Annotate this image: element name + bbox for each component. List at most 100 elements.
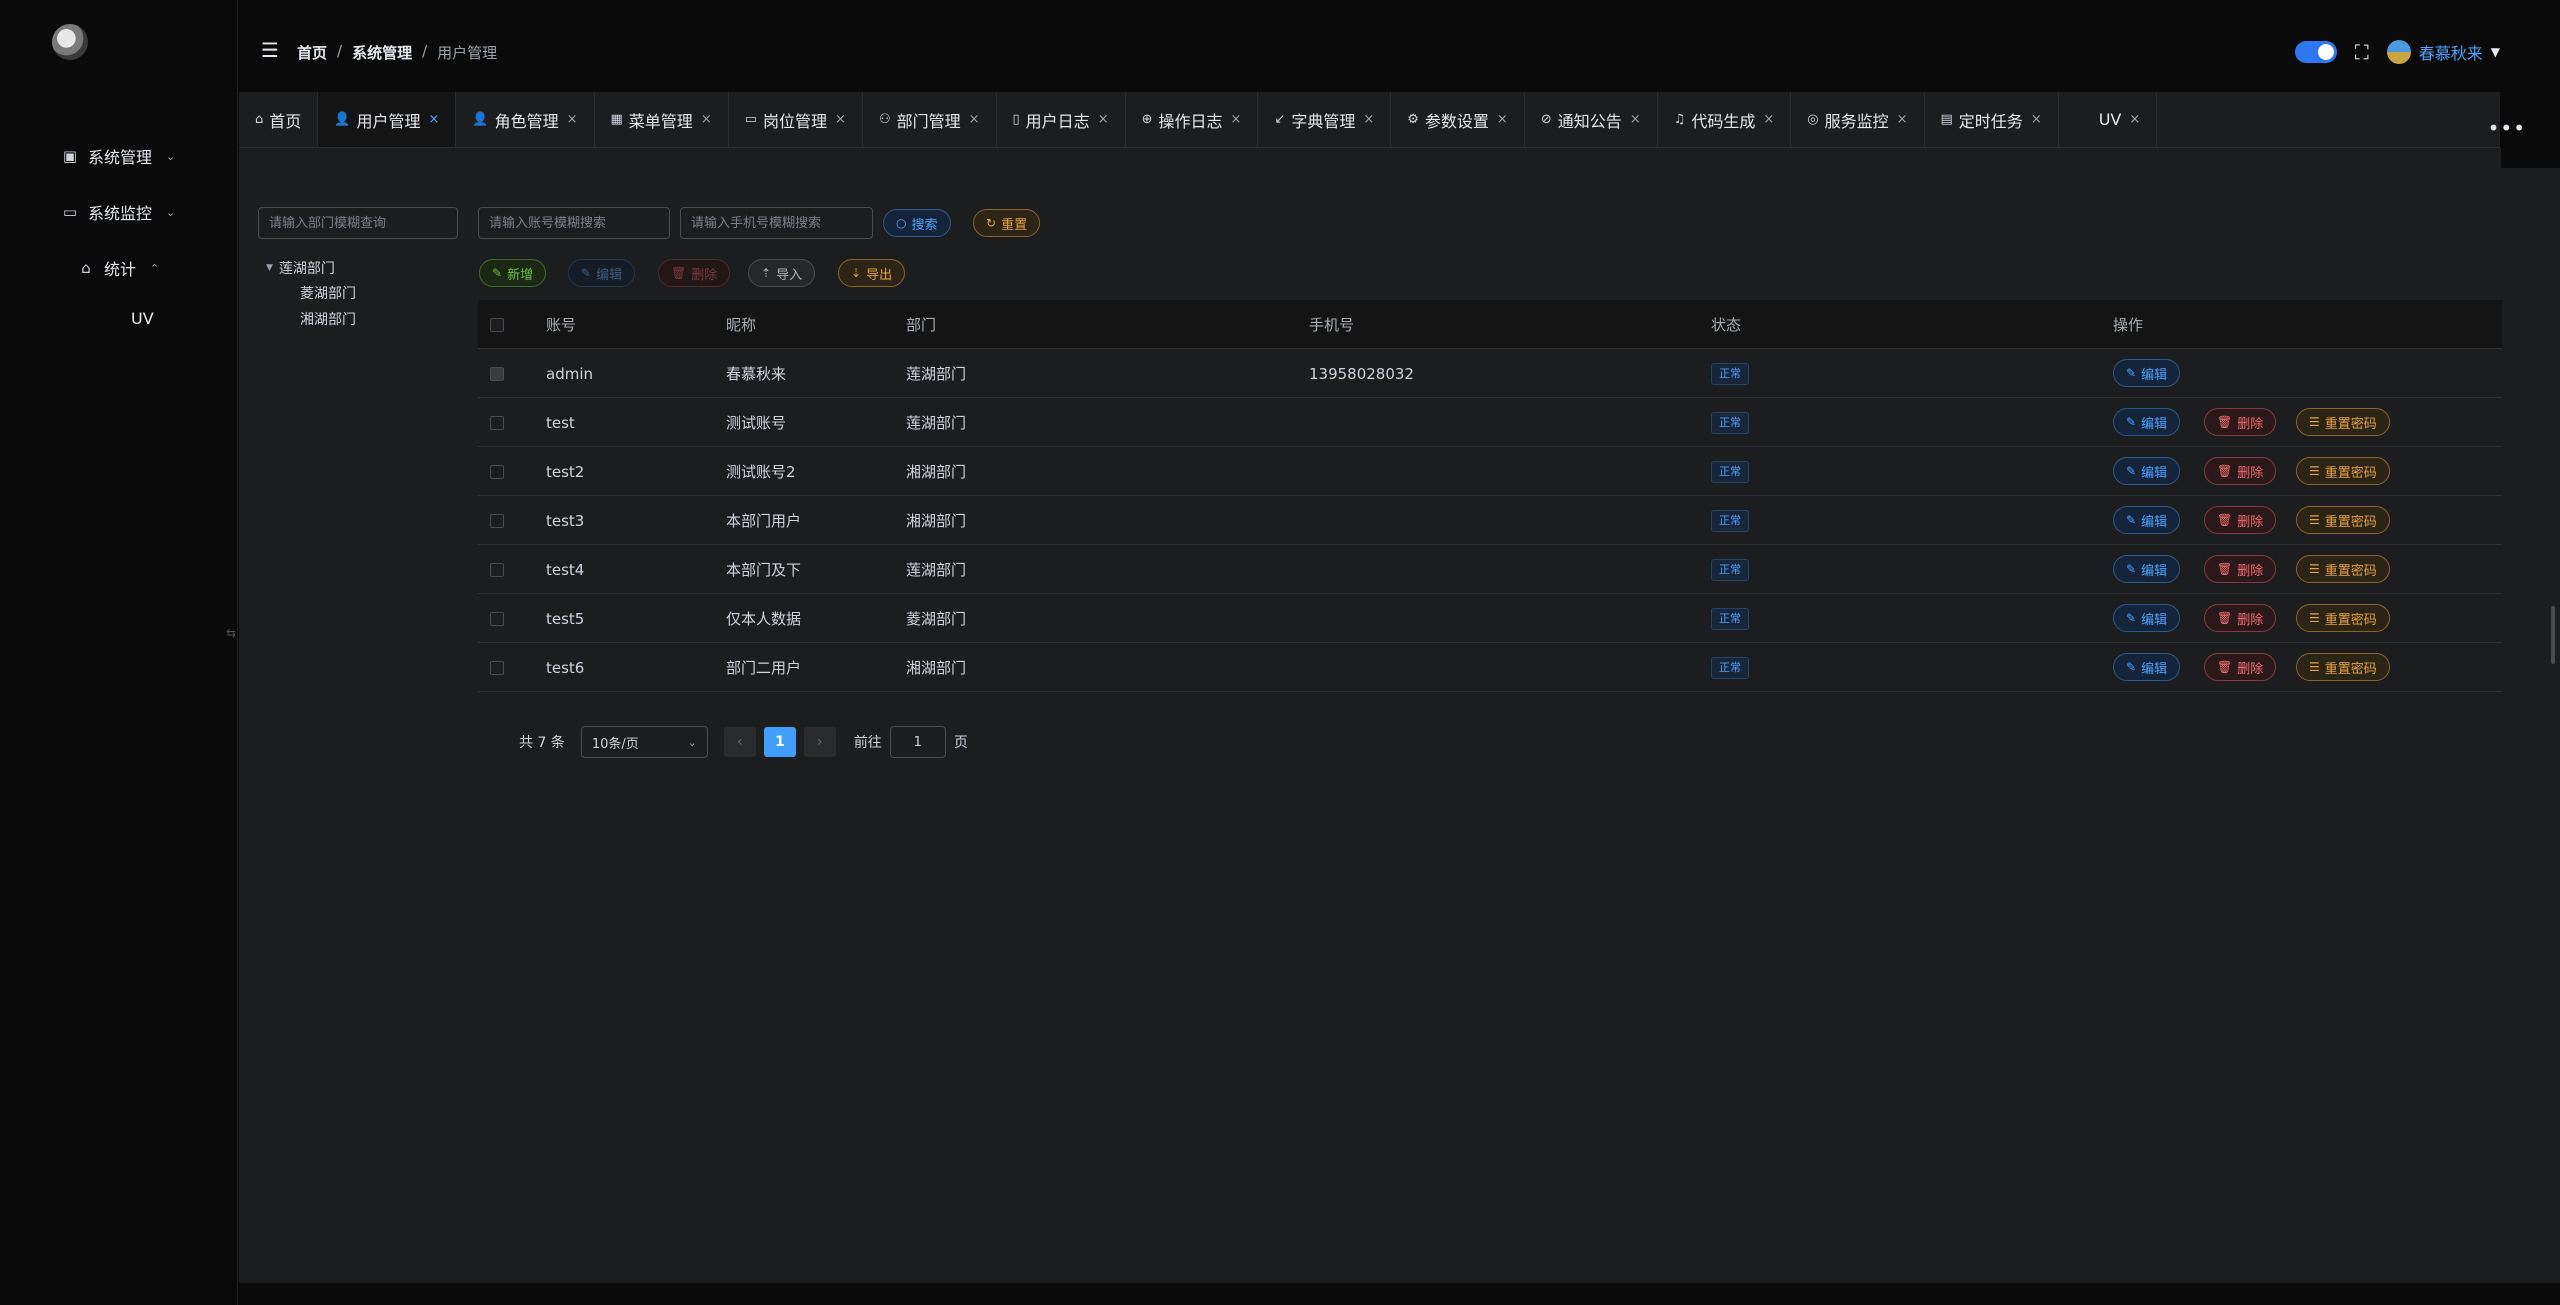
breadcrumb-item-home[interactable]: 首页 (297, 42, 327, 63)
tab-11[interactable]: ♫ 代码生成 × (1658, 92, 1792, 147)
dept-search-input[interactable] (258, 207, 458, 239)
scroll-track (2501, 168, 2560, 1283)
row-checkbox[interactable] (490, 464, 504, 479)
tab-3[interactable]: ▦ 菜单管理 × (595, 92, 729, 147)
import-button[interactable]: ⇡ 导入 (748, 259, 816, 287)
tab-2[interactable]: 👤 角色管理 × (456, 92, 595, 147)
row-reset-password-button[interactable]: ☰ 重置密码 (2296, 653, 2390, 681)
row-edit-button[interactable]: ✎ 编辑 (2113, 359, 2181, 387)
table-row[interactable]: test6 部门二用户 湘湖部门 正常 ✎ 编辑 🗑 删除 ☰ 重置密码 (478, 643, 2502, 692)
fullscreen-icon[interactable]: ⛶ (2355, 42, 2369, 62)
close-icon[interactable]: × (701, 112, 712, 127)
tab-6[interactable]: ▯ 用户日志 × (997, 92, 1126, 147)
collapse-handle-icon[interactable]: ⇆ (226, 626, 236, 640)
row-checkbox[interactable] (490, 415, 504, 430)
close-icon[interactable]: × (2031, 112, 2042, 127)
row-edit-button[interactable]: ✎ 编辑 (2113, 408, 2181, 436)
tab-label: 服务监控 (1824, 111, 1889, 131)
row-checkbox[interactable] (490, 562, 504, 577)
row-reset-password-button-label: 重置密码 (2324, 563, 2377, 579)
page-number-button[interactable]: 1 (763, 727, 796, 757)
delete-button[interactable]: 🗑 删除 (658, 259, 731, 287)
table-row[interactable]: test3 本部门用户 湘湖部门 正常 ✎ 编辑 🗑 删除 ☰ 重置密码 (478, 496, 2502, 545)
row-delete-button[interactable]: 🗑 删除 (2204, 506, 2277, 534)
table-row[interactable]: test2 测试账号2 湘湖部门 正常 ✎ 编辑 🗑 删除 ☰ 重置密码 (478, 447, 2502, 496)
close-icon[interactable]: × (1497, 112, 1508, 127)
tab-0[interactable]: ⌂ 首页 (239, 92, 319, 147)
row-delete-button[interactable]: 🗑 删除 (2204, 408, 2277, 436)
tab-10[interactable]: ⊘ 通知公告 × (1525, 92, 1658, 147)
table-row[interactable]: test4 本部门及下 莲湖部门 正常 ✎ 编辑 🗑 删除 ☰ 重置密码 (478, 545, 2502, 594)
tab-13[interactable]: ▤ 定时任务 × (1925, 92, 2059, 147)
tab-9[interactable]: ⚙ 参数设置 × (1391, 92, 1525, 147)
row-edit-button[interactable]: ✎ 编辑 (2113, 604, 2181, 632)
tab-5[interactable]: ⚇ 部门管理 × (863, 92, 997, 147)
close-icon[interactable]: × (1630, 112, 1641, 127)
edit-button[interactable]: ✎ 编辑 (568, 259, 636, 287)
user-menu[interactable]: 春慕秋来 ▼ (2386, 40, 2500, 64)
tree-node-root[interactable]: ▼ 莲湖部门 (266, 258, 335, 278)
sidebar-subitem-uv[interactable]: UV (131, 309, 154, 328)
add-button[interactable]: ✎ 新增 (479, 259, 547, 287)
row-delete-button[interactable]: 🗑 删除 (2204, 653, 2277, 681)
breadcrumb-item-system[interactable]: 系统管理 (352, 42, 412, 63)
row-checkbox[interactable] (490, 660, 504, 675)
close-icon[interactable]: × (1363, 112, 1374, 127)
close-icon[interactable]: × (969, 112, 980, 127)
tab-4[interactable]: ▭ 岗位管理 × (729, 92, 863, 147)
select-all-checkbox[interactable] (490, 317, 504, 332)
close-icon[interactable]: × (1763, 112, 1774, 127)
close-icon[interactable]: × (1098, 112, 1109, 127)
export-button[interactable]: ⇣ 导出 (838, 259, 906, 287)
search-button[interactable]: ○ 搜索 (883, 209, 951, 237)
select-all-cell[interactable] (490, 300, 504, 349)
sidebar-item-monitor[interactable]: ▭ 系统监控 ⌄ (62, 200, 175, 224)
avatar (2386, 40, 2411, 64)
tree-node-child[interactable]: 湘湖部门 (300, 309, 356, 329)
tree-node-child[interactable]: 菱湖部门 (300, 283, 356, 303)
close-icon[interactable]: × (2129, 112, 2140, 127)
phone-search-input[interactable] (680, 207, 873, 239)
row-reset-password-button[interactable]: ☰ 重置密码 (2296, 408, 2390, 436)
scrollbar[interactable] (2551, 606, 2555, 664)
close-icon[interactable]: × (1231, 112, 1242, 127)
row-edit-button[interactable]: ✎ 编辑 (2113, 506, 2181, 534)
close-icon[interactable]: × (567, 112, 578, 127)
tab-12[interactable]: ◎ 服务监控 × (1791, 92, 1925, 147)
tab-8[interactable]: ↙ 字典管理 × (1258, 92, 1392, 147)
tab-1[interactable]: 👤 用户管理 × (318, 92, 457, 147)
row-edit-button[interactable]: ✎ 编辑 (2113, 555, 2181, 583)
hamburger-icon[interactable]: ☰ (261, 40, 279, 60)
table-row[interactable]: test 测试账号 莲湖部门 正常 ✎ 编辑 🗑 删除 ☰ 重置密码 (478, 398, 2502, 447)
cell-nickname: 本部门及下 (726, 561, 802, 579)
next-page-button[interactable]: › (803, 727, 836, 757)
account-search-input[interactable] (478, 207, 670, 239)
more-icon[interactable]: ••• (2488, 118, 2526, 138)
goto-page-input[interactable] (889, 726, 946, 758)
row-edit-button[interactable]: ✎ 编辑 (2113, 653, 2181, 681)
prev-page-button[interactable]: ‹ (723, 727, 756, 757)
row-reset-password-button[interactable]: ☰ 重置密码 (2296, 604, 2390, 632)
row-reset-password-button[interactable]: ☰ 重置密码 (2296, 555, 2390, 583)
close-icon[interactable]: × (428, 112, 439, 127)
sidebar-item-system[interactable]: ▣ 系统管理 ⌄ (62, 144, 175, 168)
theme-toggle[interactable] (2294, 41, 2337, 63)
row-delete-button[interactable]: 🗑 删除 (2204, 604, 2277, 632)
tab-14[interactable]: UV × (2059, 92, 2158, 147)
row-delete-button[interactable]: 🗑 删除 (2204, 457, 2277, 485)
refresh-icon: ↻ (986, 216, 997, 230)
row-reset-password-button[interactable]: ☰ 重置密码 (2296, 506, 2390, 534)
row-delete-button[interactable]: 🗑 删除 (2204, 555, 2277, 583)
tab-7[interactable]: ⊕ 操作日志 × (1126, 92, 1259, 147)
row-edit-button[interactable]: ✎ 编辑 (2113, 457, 2181, 485)
sidebar-item-stats[interactable]: ⌂ 统计 ⌃ (78, 256, 159, 280)
row-reset-password-button[interactable]: ☰ 重置密码 (2296, 457, 2390, 485)
table-row[interactable]: test5 仅本人数据 菱湖部门 正常 ✎ 编辑 🗑 删除 ☰ 重置密码 (478, 594, 2502, 643)
reset-button[interactable]: ↻ 重置 (973, 209, 1041, 237)
row-checkbox[interactable] (490, 513, 504, 528)
table-row[interactable]: admin 春慕秋来 莲湖部门 13958028032 正常 ✎ 编辑 (478, 349, 2502, 398)
close-icon[interactable]: × (1897, 112, 1908, 127)
page-size-select[interactable]: 10条/页 ⌄ (580, 726, 708, 758)
row-checkbox[interactable] (490, 611, 504, 626)
close-icon[interactable]: × (835, 112, 846, 127)
